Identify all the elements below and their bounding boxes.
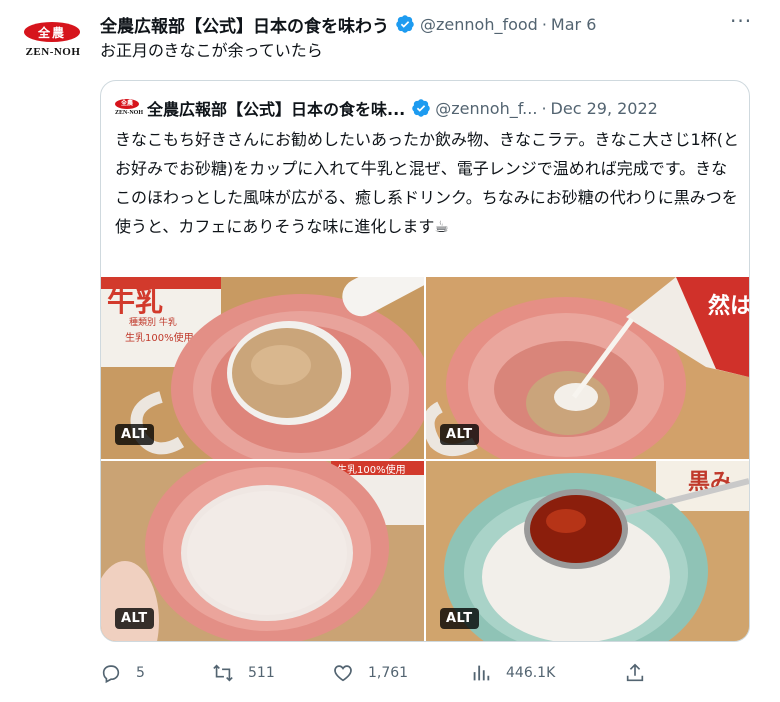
tweet-text: お正月のきなこが余っていたら xyxy=(100,41,323,60)
svg-text:然は: 然は xyxy=(708,293,749,319)
retweet-icon xyxy=(213,664,233,682)
like-button[interactable]: 1,761 xyxy=(332,656,408,690)
reply-icon xyxy=(102,665,120,684)
views-count: 446.1K xyxy=(506,665,556,681)
action-bar: 5 511 1,761 446.1K xyxy=(100,656,660,690)
photo-kinako-latte[interactable]: 生乳100%使用 ALT xyxy=(101,461,424,641)
like-count: 1,761 xyxy=(368,665,409,681)
tweet: 全農 ZEN-NOH 全農広報部【公式】日本の食を味わう @zennoh_foo… xyxy=(0,0,780,702)
share-icon xyxy=(626,663,644,682)
reply-button[interactable]: 5 xyxy=(100,656,145,690)
retweet-button[interactable]: 511 xyxy=(212,656,275,690)
verified-badge-icon xyxy=(396,15,414,33)
quoted-verified-badge-icon xyxy=(412,99,430,117)
quoted-tweet-header: 全農 ZEN-NOH 全農広報部【公式】日本の食を味... @zennoh_f.… xyxy=(115,97,658,119)
avatar-logo-mark: 全農 xyxy=(24,22,80,42)
svg-text:牛乳: 牛乳 xyxy=(107,285,163,318)
quoted-handle: @zennoh_f... xyxy=(435,98,538,118)
photo-kuromitsu-spoon[interactable]: 黒み ALT xyxy=(426,461,749,641)
reply-count: 5 xyxy=(136,665,145,681)
views-chart-icon xyxy=(473,665,490,681)
photo-pouring-milk[interactable]: 然は ALT xyxy=(426,277,749,459)
display-name[interactable]: 全農広報部【公式】日本の食を味わう xyxy=(100,12,389,37)
quoted-timestamp: Dec 29, 2022 xyxy=(550,98,658,118)
alt-badge[interactable]: ALT xyxy=(115,608,154,629)
quoted-avatar-logo-mark: 全農 xyxy=(115,99,139,109)
avatar[interactable]: 全農 ZEN-NOH xyxy=(24,22,84,62)
quoted-avatar-logo-brand: ZEN-NOH xyxy=(115,110,144,116)
alt-badge[interactable]: ALT xyxy=(440,424,479,445)
heart-icon xyxy=(334,665,352,682)
share-button[interactable] xyxy=(624,656,660,690)
retweet-count: 511 xyxy=(248,665,275,681)
quoted-separator-dot: · xyxy=(541,98,547,118)
quoted-tweet[interactable]: 全農 ZEN-NOH 全農広報部【公式】日本の食を味... @zennoh_f.… xyxy=(100,80,750,642)
photo-grid: 牛乳 種類別 牛乳 生乳100%使用 ALT 然は ALT 生乳100%使用 A… xyxy=(101,277,749,641)
quoted-tweet-text: きなこもち好きさんにお勧めしたいあったか飲み物、きなこラテ。きなこ大さじ1杯(と… xyxy=(115,130,739,236)
tweet-header: 全農広報部【公式】日本の食を味わう @zennoh_food · Mar 6 xyxy=(100,12,596,37)
svg-text:生乳100%使用: 生乳100%使用 xyxy=(125,331,194,344)
photo-kinako-spoon[interactable]: 牛乳 種類別 牛乳 生乳100%使用 ALT xyxy=(101,277,424,459)
quoted-avatar: 全農 ZEN-NOH xyxy=(115,99,144,117)
alt-badge[interactable]: ALT xyxy=(115,424,154,445)
svg-text:種類別 牛乳: 種類別 牛乳 xyxy=(129,316,177,328)
timestamp[interactable]: Mar 6 xyxy=(551,15,596,34)
more-options-icon[interactable]: ··· xyxy=(730,11,752,34)
avatar-logo-brand: ZEN-NOH xyxy=(25,46,81,58)
quoted-display-name: 全農広報部【公式】日本の食を味... xyxy=(147,100,406,119)
views-button[interactable]: 446.1K xyxy=(470,656,555,690)
handle[interactable]: @zennoh_food xyxy=(420,15,538,34)
alt-badge[interactable]: ALT xyxy=(440,608,479,629)
separator-dot: · xyxy=(541,14,547,34)
